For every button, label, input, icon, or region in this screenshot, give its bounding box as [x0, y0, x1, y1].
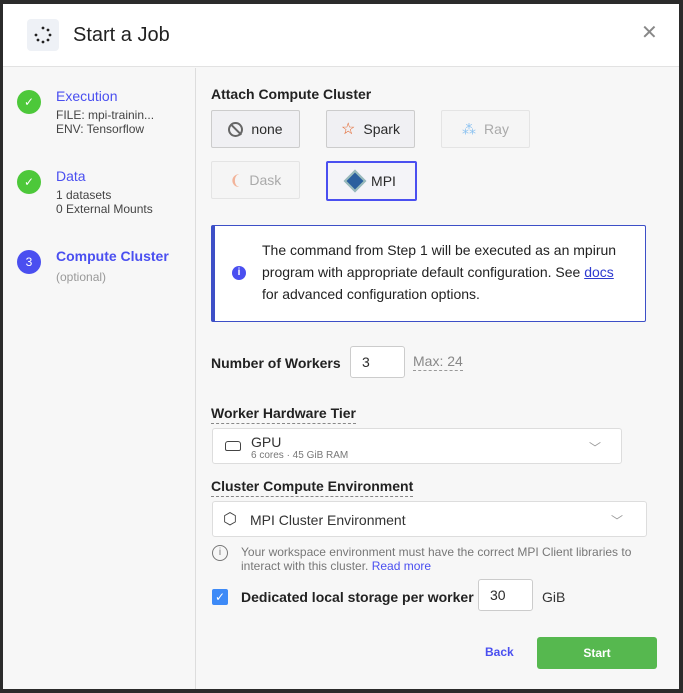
hardware-label: Worker Hardware Tier: [211, 405, 356, 424]
cluster-dask-button[interactable]: ❨ Dask: [211, 161, 300, 199]
mpi-info-banner: i The command from Step 1 will be execut…: [211, 225, 646, 322]
step-details: 1 datasets 0 External Mounts: [56, 188, 153, 216]
step-label: Execution: [56, 88, 118, 104]
chevron-down-icon: ﹀: [611, 514, 624, 528]
workers-label: Number of Workers: [211, 355, 341, 371]
workers-input[interactable]: 3: [350, 346, 405, 378]
modal-title: Start a Job: [73, 24, 170, 46]
cluster-none-button[interactable]: none: [211, 110, 300, 148]
info-icon: i: [232, 266, 246, 280]
cluster-ray-button[interactable]: ⁂ Ray: [441, 110, 530, 148]
close-icon[interactable]: ✕: [641, 20, 658, 45]
hard-drive-icon: [225, 441, 241, 451]
cube-icon: ⬡: [223, 511, 237, 528]
chevron-down-icon: ﹀: [589, 441, 602, 455]
main-panel: Attach Compute Cluster none ☆ Spark ⁂ Ra…: [197, 68, 679, 689]
environment-select[interactable]: ⬡ MPI Cluster Environment ﹀: [212, 501, 647, 537]
docs-link[interactable]: docs: [584, 264, 614, 280]
step-label: Data: [56, 168, 86, 184]
hardware-tier-select[interactable]: GPU 6 cores · 45 GiB RAM ﹀: [212, 428, 622, 464]
spinner-logo-icon: [27, 19, 59, 51]
stepper: ✓ Execution FILE: mpi-trainin... ENV: Ten…: [3, 68, 196, 689]
read-more-link[interactable]: Read more: [372, 559, 431, 573]
storage-checkbox[interactable]: ✓: [212, 589, 228, 605]
ban-icon: [228, 121, 244, 137]
storage-label: Dedicated local storage per worker: [241, 589, 474, 605]
check-icon: ✓: [17, 90, 41, 114]
modal-header: Start a Job ✕: [3, 4, 679, 67]
mpi-icon: [343, 169, 367, 193]
dask-icon: ❨: [229, 171, 242, 188]
storage-input[interactable]: 30: [478, 579, 533, 611]
start-button[interactable]: Start: [537, 637, 657, 669]
cluster-spark-button[interactable]: ☆ Spark: [326, 110, 415, 148]
cluster-mpi-button[interactable]: MPI: [326, 161, 417, 201]
info-outline-icon: i: [212, 545, 228, 561]
environment-label: Cluster Compute Environment: [211, 478, 414, 497]
ray-icon: ⁂: [462, 120, 477, 137]
back-button[interactable]: Back: [485, 645, 514, 659]
spark-star-icon: ☆: [341, 121, 356, 138]
step-optional: (optional): [56, 270, 107, 284]
storage-unit: GiB: [542, 589, 566, 605]
step-details: FILE: mpi-trainin... ENV: Tensorflow: [56, 108, 155, 136]
environment-note: Your workspace environment must have the…: [241, 545, 632, 573]
section-title: Attach Compute Cluster: [211, 86, 372, 102]
start-job-modal: Start a Job ✕ ✓ Execution FILE: mpi-trai…: [3, 4, 679, 689]
workers-max: Max: 24: [413, 353, 463, 371]
check-icon: ✓: [17, 170, 41, 194]
step-label: Compute Cluster: [56, 248, 169, 264]
step-number: 3: [17, 250, 41, 274]
